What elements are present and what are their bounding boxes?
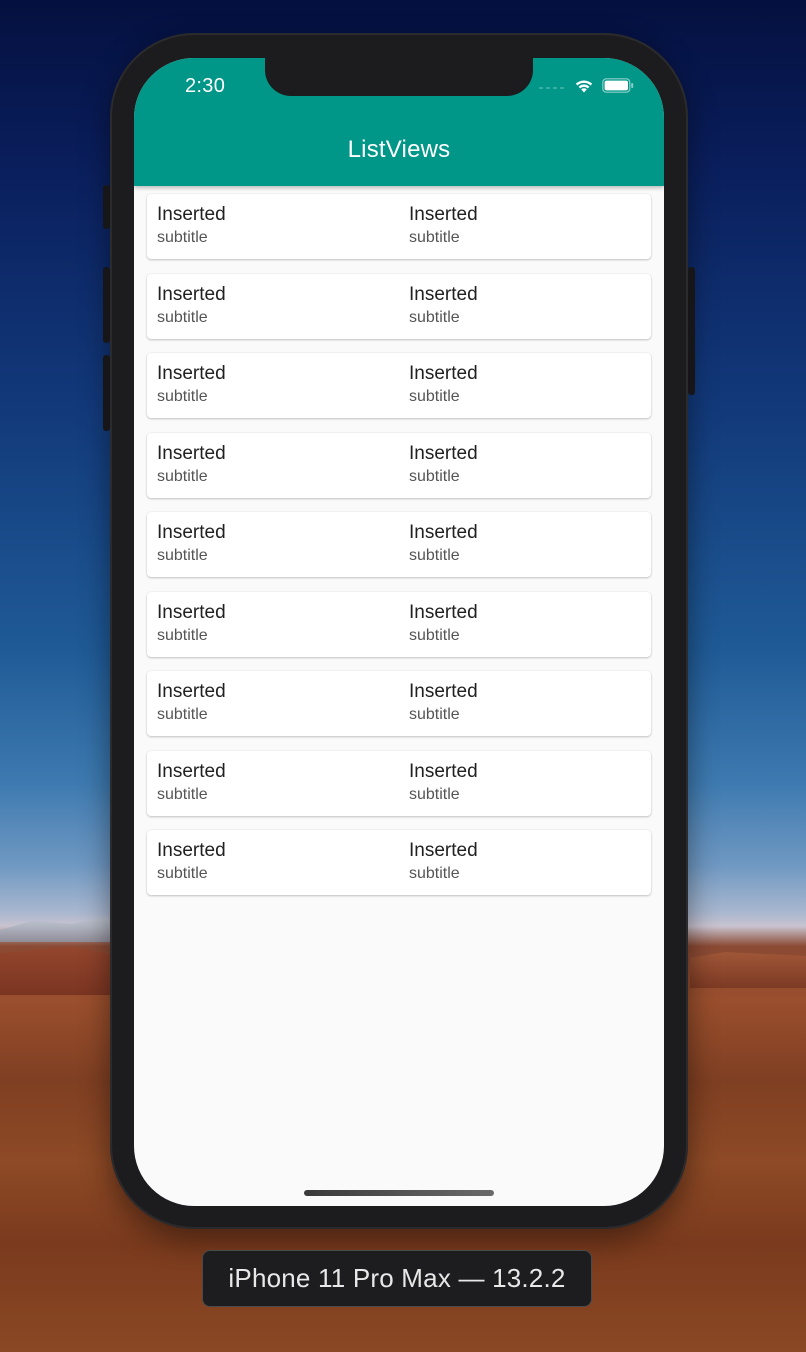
- tile-subtitle: subtitle: [409, 865, 460, 882]
- tile-title: Inserted: [157, 204, 226, 225]
- list-view[interactable]: Inserted subtitle Inserted subtitle Inse…: [147, 194, 651, 910]
- list-tile-right[interactable]: Inserted subtitle: [409, 602, 478, 647]
- list-item[interactable]: Inserted subtitle Inserted subtitle: [147, 671, 651, 736]
- page-title: ListViews: [347, 136, 451, 163]
- battery-icon: [602, 78, 634, 98]
- tile-subtitle: subtitle: [409, 467, 460, 485]
- tile-title: Inserted: [157, 601, 226, 623]
- tile-subtitle: subtitle: [157, 467, 208, 485]
- list-tile-right[interactable]: Inserted subtitle: [409, 761, 478, 806]
- list-tile-left[interactable]: Inserted subtitle: [157, 284, 226, 329]
- tile-subtitle: subtitle: [157, 785, 208, 803]
- list-tile-left[interactable]: Inserted subtitle: [157, 443, 226, 488]
- tile-subtitle: subtitle: [409, 308, 460, 326]
- list-tile-right[interactable]: Inserted subtitle: [409, 681, 478, 726]
- tile-subtitle: subtitle: [409, 229, 460, 246]
- list-tile-left[interactable]: Inserted subtitle: [157, 204, 226, 249]
- tile-title: Inserted: [157, 681, 226, 702]
- tile-title: Inserted: [157, 522, 226, 543]
- list-tile-left[interactable]: Inserted subtitle: [157, 840, 226, 885]
- volume-up-button[interactable]: [103, 267, 110, 343]
- list-tile-left[interactable]: Inserted subtitle: [157, 761, 226, 806]
- list-item[interactable]: Inserted subtitle Inserted subtitle: [147, 750, 651, 816]
- tile-subtitle: subtitle: [157, 706, 208, 723]
- cellular-signal-icon: [539, 87, 564, 89]
- status-icons: [539, 78, 634, 98]
- list-tile-left[interactable]: Inserted subtitle: [157, 681, 226, 726]
- list-tile-left[interactable]: Inserted subtitle: [157, 602, 226, 647]
- tile-title: Inserted: [409, 681, 478, 702]
- wifi-icon: [574, 78, 594, 98]
- status-time: 2:30: [185, 75, 226, 97]
- simulator-device-frame: 2:30 ListViews Inserted subtitle Inserte…: [103, 33, 695, 1229]
- volume-down-button[interactable]: [103, 355, 110, 431]
- wallpaper-mesa-right: [690, 952, 806, 988]
- list-tile-right[interactable]: Inserted subtitle: [409, 522, 478, 567]
- list-item[interactable]: Inserted subtitle Inserted subtitle: [147, 830, 651, 895]
- tile-subtitle: subtitle: [409, 706, 460, 723]
- tile-subtitle: subtitle: [409, 388, 460, 405]
- tile-title: Inserted: [409, 442, 478, 464]
- tile-title: Inserted: [409, 283, 478, 305]
- list-item[interactable]: Inserted subtitle Inserted subtitle: [147, 432, 651, 498]
- tile-subtitle: subtitle: [157, 229, 208, 246]
- tile-title: Inserted: [409, 522, 478, 543]
- list-item[interactable]: Inserted subtitle Inserted subtitle: [147, 273, 651, 339]
- tile-subtitle: subtitle: [157, 626, 208, 644]
- tile-title: Inserted: [409, 204, 478, 225]
- tile-title: Inserted: [409, 363, 478, 384]
- list-tile-right[interactable]: Inserted subtitle: [409, 284, 478, 329]
- list-tile-left[interactable]: Inserted subtitle: [157, 522, 226, 567]
- list-tile-right[interactable]: Inserted subtitle: [409, 443, 478, 488]
- tile-subtitle: subtitle: [157, 388, 208, 405]
- tile-title: Inserted: [157, 760, 226, 782]
- tile-title: Inserted: [157, 840, 226, 861]
- tile-subtitle: subtitle: [157, 308, 208, 326]
- home-indicator[interactable]: [304, 1190, 494, 1196]
- list-item[interactable]: Inserted subtitle Inserted subtitle: [147, 512, 651, 577]
- simulator-device-label: iPhone 11 Pro Max — 13.2.2: [202, 1250, 592, 1307]
- tile-subtitle: subtitle: [409, 785, 460, 803]
- device-notch: [265, 58, 533, 96]
- tile-title: Inserted: [409, 760, 478, 782]
- tile-title: Inserted: [157, 283, 226, 305]
- tile-subtitle: subtitle: [409, 626, 460, 644]
- list-item[interactable]: Inserted subtitle Inserted subtitle: [147, 194, 651, 259]
- desktop-wallpaper: 2:30 ListViews Inserted subtitle Inserte…: [0, 0, 806, 1352]
- device-screen: 2:30 ListViews Inserted subtitle Inserte…: [134, 58, 664, 1206]
- tile-subtitle: subtitle: [157, 865, 208, 882]
- list-item[interactable]: Inserted subtitle Inserted subtitle: [147, 591, 651, 657]
- list-tile-right[interactable]: Inserted subtitle: [409, 363, 478, 408]
- tile-subtitle: subtitle: [157, 547, 208, 564]
- tile-title: Inserted: [157, 363, 226, 384]
- tile-title: Inserted: [409, 840, 478, 861]
- list-tile-right[interactable]: Inserted subtitle: [409, 204, 478, 249]
- tile-title: Inserted: [157, 442, 226, 464]
- wallpaper-mesa-left: [0, 947, 120, 995]
- list-item[interactable]: Inserted subtitle Inserted subtitle: [147, 353, 651, 418]
- power-button[interactable]: [688, 267, 695, 395]
- list-tile-right[interactable]: Inserted subtitle: [409, 840, 478, 885]
- silent-switch: [103, 185, 110, 229]
- tile-subtitle: subtitle: [409, 547, 460, 564]
- list-tile-left[interactable]: Inserted subtitle: [157, 363, 226, 408]
- tile-title: Inserted: [409, 601, 478, 623]
